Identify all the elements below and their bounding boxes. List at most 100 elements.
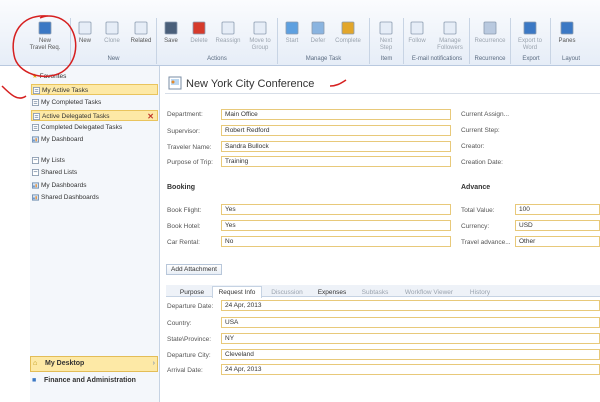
purpose-of-trip-label: Purpose of Trip: [167, 159, 213, 166]
star-icon: ★ [32, 73, 38, 80]
ribbon-button-start[interactable]: Start [282, 20, 302, 45]
group-label-email: E-mail notifications [411, 56, 463, 62]
travel-request-icon [168, 76, 182, 90]
ribbon-button-manage-followers[interactable]: Manage Followers [434, 20, 466, 52]
ribbon-button-new-travel-req[interactable]: New Travel Req. [28, 20, 62, 52]
sidebar-item-completed-delegated-tasks[interactable]: Completed Delegated Tasks [31, 122, 158, 133]
tab-history[interactable]: History [462, 287, 498, 299]
state-province-field[interactable]: NY [221, 333, 600, 344]
departure-date-label: Departure Date: [167, 303, 214, 310]
clone-icon [105, 21, 119, 35]
finance-administration-panel[interactable]: ■ Finance and Administration [30, 374, 158, 388]
new-doc-icon [78, 21, 92, 35]
ribbon-button-panes[interactable]: Panes [554, 20, 580, 45]
ribbon-button-reassign[interactable]: Reassign [214, 20, 242, 45]
departure-date-field[interactable]: 24 Apr, 2013 [221, 300, 600, 311]
my-desktop-panel[interactable]: ⌂ My Desktop › [30, 356, 158, 372]
remove-favorite-icon[interactable]: ✕ [147, 111, 154, 122]
related-icon [134, 21, 148, 35]
group-label-recurrence: Recurrence [474, 56, 506, 62]
tab-discussion[interactable]: Discussion [264, 287, 310, 299]
travel-advance-field[interactable]: Other [515, 236, 600, 247]
car-rental-label: Car Rental: [167, 239, 200, 246]
ribbon-button-label: Reassign [215, 38, 241, 44]
record-title: New York City Conference [186, 78, 315, 90]
sidebar-item-my-active-tasks[interactable]: My Active Tasks [31, 84, 158, 95]
complete-icon [341, 21, 355, 35]
ribbon-button-new-doc[interactable]: New [76, 20, 94, 45]
sidebar-item-shared-lists[interactable]: Shared Lists [31, 167, 158, 178]
arrival-date-field[interactable]: 24 Apr, 2013 [221, 364, 600, 375]
currency-field[interactable]: USD [515, 220, 600, 231]
sidebar-item-shared-dashboards[interactable]: Shared Dashboards [31, 192, 158, 203]
tab-request-info[interactable]: Request Info [212, 286, 262, 298]
car-rental-field[interactable]: No [221, 236, 451, 247]
ribbon-button-label: Complete [335, 38, 361, 44]
supervisor-field[interactable]: Robert Redford [221, 125, 451, 136]
arrival-date-label: Arrival Date: [167, 367, 203, 374]
book-hotel-field[interactable]: Yes [221, 220, 451, 231]
defer-icon [311, 21, 325, 35]
favorites-header[interactable]: ★ Favorites [32, 72, 66, 80]
ribbon-button-label: Panes [558, 38, 576, 44]
sidebar-item-my-lists[interactable]: My Lists [31, 155, 158, 166]
dashboard-icon [32, 194, 39, 201]
ribbon-button-label: Start [285, 38, 299, 44]
sidebar-item-my-dashboards[interactable]: My Dashboards [31, 180, 158, 191]
ribbon-button-label: New [78, 38, 91, 44]
ribbon-button-next-step[interactable]: Next Step [372, 20, 400, 52]
ribbon-button-word[interactable]: Export to Word [513, 20, 547, 52]
total-value-field[interactable]: 100 [515, 204, 600, 215]
creation-date-label: Creation Date: [461, 159, 503, 166]
ribbon-button-defer[interactable]: Defer [308, 20, 328, 45]
tab-subtasks[interactable]: Subtasks [354, 287, 396, 299]
ribbon-button-label: Manage Followers [437, 38, 463, 51]
chevron-right-icon[interactable]: › [153, 357, 155, 371]
ribbon-button-related[interactable]: Related [128, 20, 154, 45]
traveler-name-field[interactable]: Sandra Bullock [221, 141, 451, 152]
ribbon-button-save[interactable]: Save [160, 20, 182, 45]
ribbon-button-clone[interactable]: Clone [100, 20, 124, 45]
total-value-label: Total Value: [461, 207, 495, 214]
sidebar-item-my-completed-tasks[interactable]: My Completed Tasks [31, 97, 158, 108]
add-attachment-button[interactable]: Add Attachment [166, 264, 222, 275]
ribbon-button-delete[interactable]: Delete [188, 20, 210, 45]
group-label-layout: Layout [561, 56, 580, 62]
book-flight-field[interactable]: Yes [221, 204, 451, 215]
sidebar-item-my-dashboard[interactable]: My Dashboard [31, 134, 158, 145]
ribbon-button-label: Clone [104, 38, 120, 44]
ribbon-button-label: Save [164, 38, 178, 44]
shared-list-icon [32, 169, 39, 176]
dashboard-icon [32, 182, 39, 189]
department-field[interactable]: Main Office [221, 109, 451, 120]
move-group-icon [253, 21, 267, 35]
country-field[interactable]: USA [221, 317, 600, 328]
book-flight-label: Book Flight: [167, 207, 202, 214]
ribbon-toolbar: New Travel Req. New Clone Related Save Delete… [0, 0, 600, 66]
purpose-of-trip-field[interactable]: Training [221, 156, 451, 167]
save-icon [164, 21, 178, 35]
ribbon-button-complete[interactable]: Complete [332, 20, 364, 45]
ribbon-button-label: Export to Word [517, 38, 542, 51]
next-step-icon [379, 21, 393, 35]
ribbon-button-label: Recurrence [474, 38, 506, 44]
tab-workflow-viewer[interactable]: Workflow Viewer [397, 287, 461, 299]
manage-followers-icon [443, 21, 457, 35]
department-label: Department: [167, 111, 203, 118]
currency-label: Currency: [461, 223, 490, 230]
tab-expenses[interactable]: Expenses [310, 287, 354, 299]
tab-purpose[interactable]: Purpose [172, 287, 212, 299]
state-province-label: State\Province: [167, 336, 212, 343]
booking-section-title: Booking [167, 184, 195, 191]
dashboard-icon [32, 136, 39, 143]
sidebar-item-active-delegated-tasks[interactable]: Active Delegated Tasks ✕ [31, 110, 158, 121]
new-travel-req-icon [38, 21, 52, 35]
supervisor-label: Supervisor: [167, 128, 200, 135]
departure-city-field[interactable]: Cleveland [221, 349, 600, 360]
reassign-icon [221, 21, 235, 35]
ribbon-button-follow[interactable]: Follow [406, 20, 428, 45]
ribbon-button-recurrence[interactable]: Recurrence [472, 20, 508, 45]
ribbon-button-move-group[interactable]: Move to Group [246, 20, 274, 52]
group-label-manage-task: Manage Task [305, 56, 342, 62]
traveler-name-label: Traveler Name: [167, 144, 212, 151]
